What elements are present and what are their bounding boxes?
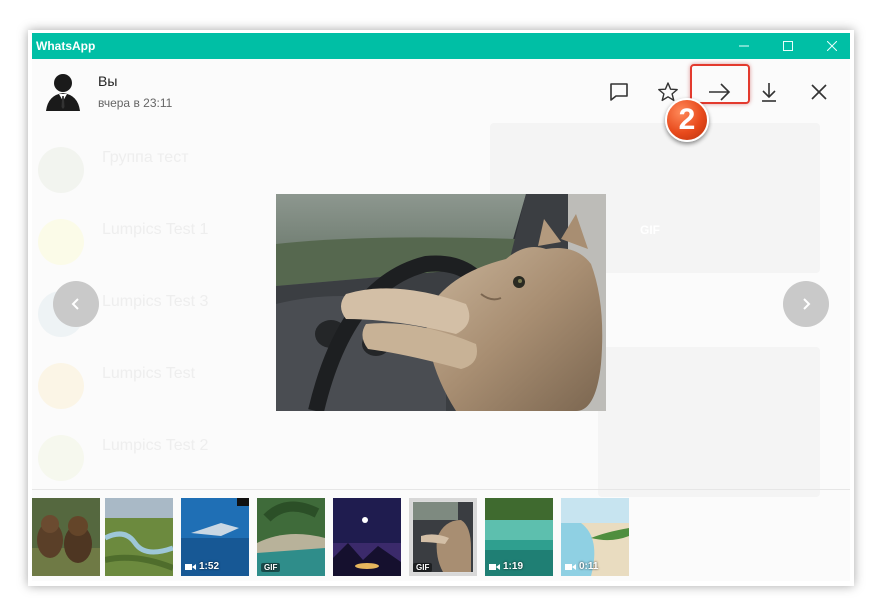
thumbnail-image	[105, 498, 173, 576]
chevron-left-icon	[71, 298, 79, 310]
chat-name: Lumpics Test 1	[102, 221, 209, 238]
chat-name: Группа тест	[102, 149, 189, 166]
window-close-button[interactable]	[812, 33, 850, 59]
message-time: вчера в 23:11	[98, 96, 173, 110]
video-camera-icon	[565, 563, 576, 570]
thumbnail-divider	[32, 489, 850, 490]
gif-badge: GIF	[261, 563, 281, 572]
avatar	[38, 219, 84, 265]
chat-name: Lumpics Test 3	[102, 293, 209, 310]
avatar	[46, 74, 80, 111]
chat-name: Lumpics Test 2	[102, 437, 209, 454]
show-in-chat-button[interactable]	[604, 77, 634, 107]
forward-button-highlight	[690, 64, 750, 104]
avatar	[38, 363, 84, 409]
thumbnail-cliff-gif[interactable]: GIF	[257, 498, 325, 576]
list-item: Группа тест	[38, 139, 368, 199]
next-media-button[interactable]	[783, 281, 829, 327]
thumbnail-beach-video[interactable]: 0:11	[561, 498, 629, 576]
video-camera-icon	[185, 563, 196, 570]
media-preview	[276, 194, 606, 411]
thumbnail-strip: 1:52 GIF GIF 1:19 0:11	[32, 497, 850, 577]
download-button[interactable]	[754, 77, 784, 107]
list-item: Lumpics Test 2	[38, 427, 368, 487]
avatar	[38, 147, 84, 193]
previous-media-button[interactable]	[53, 281, 99, 327]
minimize-icon	[739, 45, 749, 47]
download-icon	[762, 83, 776, 102]
background-media-panel	[598, 347, 820, 497]
step-badge: 2	[665, 98, 709, 142]
thumbnail-image	[32, 498, 100, 576]
thumbnail-river[interactable]	[105, 498, 173, 576]
avatar	[38, 435, 84, 481]
window-title: WhatsApp	[36, 39, 96, 53]
gif-badge: GIF	[413, 563, 433, 572]
gif-label: GIF	[640, 223, 660, 237]
sender-name: Вы	[98, 73, 118, 89]
chevron-right-icon	[803, 298, 811, 310]
maximize-icon	[783, 41, 793, 51]
title-bar: WhatsApp	[32, 33, 850, 59]
thumbnail-underwater-video[interactable]: 1:52	[181, 498, 249, 576]
close-icon	[827, 41, 837, 51]
video-duration: 0:11	[565, 561, 598, 572]
close-icon	[811, 84, 827, 100]
chat-name: Lumpics Test	[102, 365, 196, 382]
thumbnail-image	[333, 498, 401, 576]
maximize-button[interactable]	[768, 33, 808, 59]
video-duration: 1:19	[489, 561, 523, 572]
cat-driving-image	[276, 194, 606, 411]
thumbnail-lagoon-video[interactable]: 1:19	[485, 498, 553, 576]
video-camera-icon	[489, 563, 500, 570]
minimize-button[interactable]	[724, 33, 764, 59]
thumbnail-bears[interactable]	[32, 498, 100, 576]
app-window: WhatsApp Группа тест Lumpics Test 1 Lump…	[32, 33, 850, 581]
video-duration: 1:52	[185, 561, 219, 572]
close-viewer-button[interactable]	[804, 77, 834, 107]
thumbnail-night-sky[interactable]	[333, 498, 401, 576]
chat-bubble-icon	[610, 83, 628, 101]
thumbnail-cat-gif-selected[interactable]: GIF	[409, 498, 477, 576]
